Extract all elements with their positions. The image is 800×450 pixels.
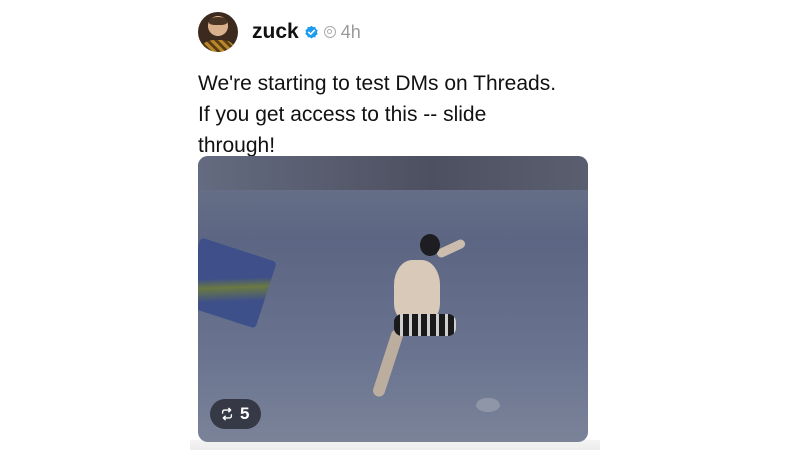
video-figure-arm xyxy=(435,238,467,259)
video-flag-shape xyxy=(198,237,277,329)
video-figure-head xyxy=(420,234,440,256)
video-figure-leg xyxy=(371,327,405,399)
repost-count-badge[interactable]: 5 xyxy=(210,399,262,429)
avatar-hair xyxy=(209,17,227,25)
video-figure-torso xyxy=(394,260,440,322)
username[interactable]: zuck xyxy=(252,20,299,44)
video-blur-object xyxy=(476,398,500,412)
verified-badge-icon xyxy=(305,25,318,38)
post-text: We're starting to test DMs on Threads. I… xyxy=(198,72,557,157)
post-video[interactable]: 5 xyxy=(198,156,588,442)
repost-count: 5 xyxy=(240,404,250,423)
post-header: zuck 4h xyxy=(198,10,598,54)
thread-post: zuck 4h We're starting to test DMs on Th… xyxy=(198,10,598,442)
threads-logo-icon xyxy=(323,26,336,38)
repost-icon xyxy=(221,407,233,421)
avatar-shirt xyxy=(202,40,234,52)
post-timestamp: 4h xyxy=(340,21,361,42)
video-figure-shorts xyxy=(394,314,456,336)
avatar[interactable] xyxy=(198,12,238,52)
video-background-band xyxy=(198,156,588,190)
